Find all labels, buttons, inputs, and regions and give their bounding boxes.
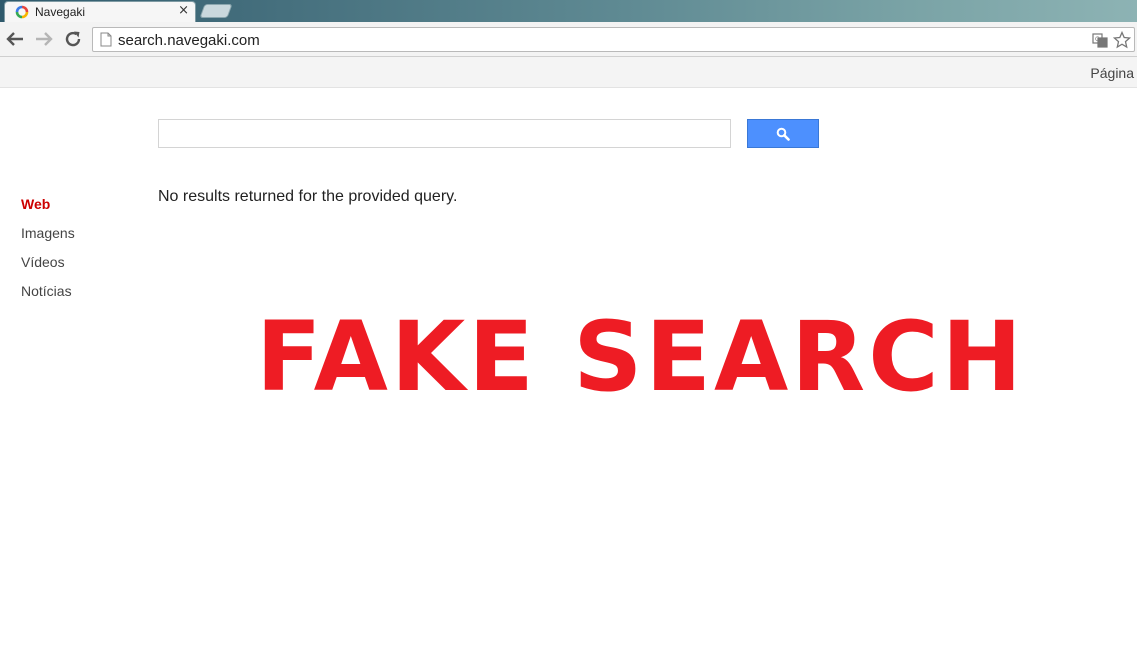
search-button[interactable] — [747, 119, 819, 148]
search-input[interactable] — [158, 119, 731, 148]
svg-text:G: G — [1095, 36, 1100, 43]
url-text: search.navegaki.com — [118, 32, 260, 49]
address-bar[interactable]: search.navegaki.com G — [92, 27, 1135, 52]
page-icon — [100, 32, 112, 47]
tab-close-icon[interactable]: × — [178, 3, 189, 18]
no-results-message: No results returned for the provided que… — [158, 188, 458, 205]
forward-button[interactable] — [34, 29, 54, 49]
navegaki-logo-icon — [15, 5, 29, 19]
star-icon[interactable] — [1113, 31, 1131, 49]
back-button[interactable] — [5, 29, 25, 49]
tab-strip: Navegaki × — [0, 0, 1137, 22]
search-type-nav: Web Imagens Vídeos Notícias — [21, 195, 75, 311]
back-arrow-icon — [6, 32, 23, 46]
bookmark-bar: Página — [0, 57, 1137, 88]
fake-search-overlay: FAKE SEARCH — [256, 301, 1025, 413]
new-tab-button[interactable] — [199, 4, 233, 18]
translate-icon[interactable]: G — [1091, 31, 1109, 49]
browser-tab-navegaki[interactable]: Navegaki × — [4, 1, 196, 22]
forward-arrow-icon — [36, 32, 53, 46]
pagina-menu-link[interactable]: Página — [1090, 65, 1134, 81]
nav-item-videos[interactable]: Vídeos — [21, 253, 75, 282]
magnifier-icon — [776, 127, 790, 141]
reload-icon — [65, 31, 81, 47]
tab-title: Navegaki — [35, 5, 86, 19]
nav-item-imagens[interactable]: Imagens — [21, 224, 75, 253]
browser-toolbar: search.navegaki.com G — [0, 22, 1137, 57]
nav-item-web[interactable]: Web — [21, 195, 75, 224]
reload-button[interactable] — [63, 29, 83, 49]
nav-item-noticias[interactable]: Notícias — [21, 282, 75, 311]
